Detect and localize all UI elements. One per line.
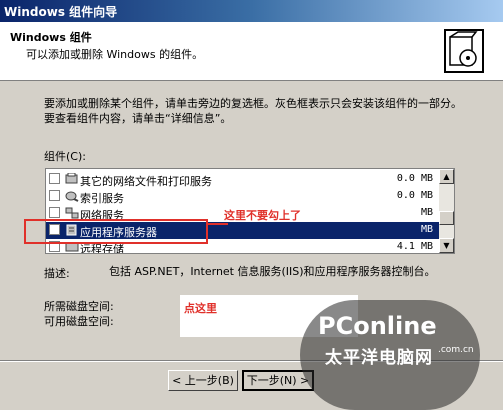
component-size: 0.0 MB: [396, 190, 433, 201]
annotation-highlight-box: [24, 219, 208, 244]
list-scrollbar[interactable]: ▲ ▼: [439, 169, 454, 253]
header-subtitle: 可以添加或删除 Windows 的组件。: [26, 48, 204, 61]
annotation-click-here: 点这里: [184, 302, 217, 315]
annotation-connector: [208, 223, 228, 225]
header-title: Windows 组件: [10, 31, 92, 44]
component-checkbox[interactable]: [49, 190, 60, 201]
scroll-down-arrow-icon[interactable]: ▼: [439, 238, 454, 253]
component-name: 其它的网络文件和打印服务: [80, 175, 212, 188]
watermark-brand: PConline: [318, 312, 437, 340]
components-label: 组件(C):: [44, 150, 86, 163]
window-title-bar[interactable]: Windows 组件向导: [0, 0, 503, 22]
component-size: 0.0 MB: [396, 173, 433, 184]
required-space-label: 所需磁盘空间:: [44, 300, 114, 313]
scroll-thumb[interactable]: [439, 211, 454, 225]
available-space-label: 可用磁盘空间:: [44, 315, 114, 328]
component-checkbox[interactable]: [49, 173, 60, 184]
back-button[interactable]: < 上一步(B): [168, 370, 238, 391]
list-item[interactable]: 其它的网络文件和打印服务 0.0 MB: [46, 171, 439, 188]
intro-text: 要添加或删除某个组件，请单击旁边的复选框。灰色框表示只会安装该组件的一部分。要查…: [44, 97, 462, 125]
list-item[interactable]: 索引服务 0.0 MB: [46, 188, 439, 205]
component-size: MB: [420, 224, 433, 235]
index-service-icon: [65, 190, 79, 202]
annotation-dont-check: 这里不要勾上了: [224, 209, 301, 222]
description-label: 描述:: [44, 267, 70, 280]
scroll-up-arrow-icon[interactable]: ▲: [439, 169, 454, 184]
component-size: MB: [420, 207, 433, 218]
watermark-domain: .com.cn: [438, 345, 474, 355]
component-name: 索引服务: [80, 192, 124, 205]
window-title: Windows 组件向导: [4, 5, 118, 19]
network-printer-icon: [65, 172, 79, 185]
description-text: 包括 ASP.NET，Internet 信息服务(IIS)和应用程序服务器控制台…: [109, 265, 436, 278]
network-service-icon: [65, 207, 79, 219]
component-size: 4.1 MB: [396, 241, 433, 252]
wizard-header: Windows 组件 可以添加或删除 Windows 的组件。: [0, 22, 503, 81]
component-checkbox[interactable]: [49, 207, 60, 218]
wizard-box-icon: [444, 29, 484, 73]
watermark-tagline: 太平洋电脑网: [325, 348, 433, 368]
